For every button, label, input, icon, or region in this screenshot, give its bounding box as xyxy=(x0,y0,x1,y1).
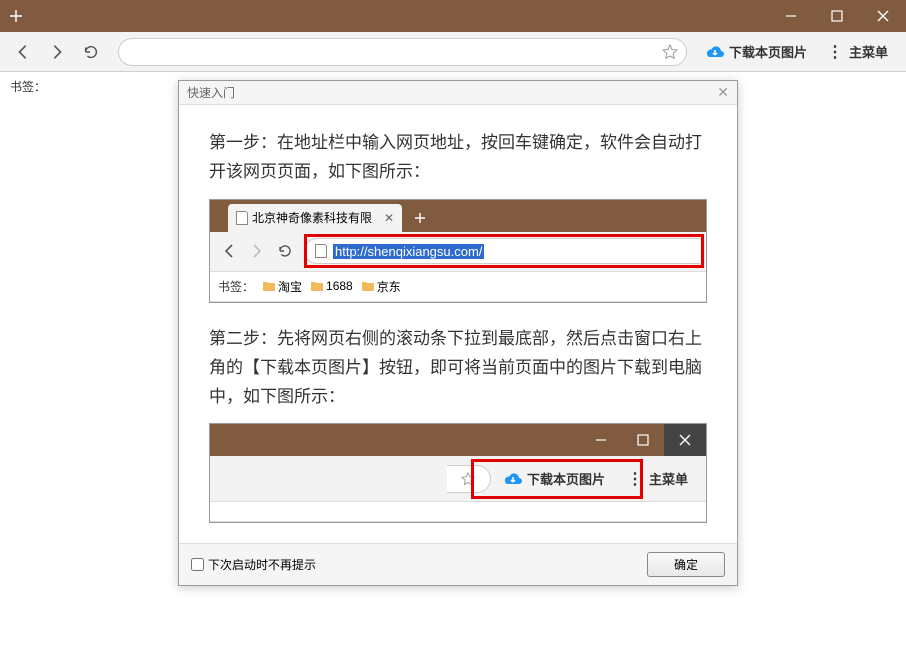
bookmark-item: 京东 xyxy=(361,278,401,295)
new-tab-button[interactable] xyxy=(0,0,32,32)
example-close-icon xyxy=(664,424,706,456)
example-star-icon-wrap xyxy=(447,465,491,493)
star-icon xyxy=(461,472,475,486)
cloud-download-icon xyxy=(705,44,725,60)
step2-text: 第二步：先将网页右侧的滚动条下拉到最底部，然后点击窗口右上角的【下载本页图片】按… xyxy=(209,325,707,412)
example-tab-title: 北京神奇像素科技有限 xyxy=(252,209,372,226)
close-button[interactable] xyxy=(860,0,906,32)
minimize-button[interactable] xyxy=(768,0,814,32)
tab-close-icon: ✕ xyxy=(384,211,394,225)
checkbox-input[interactable] xyxy=(191,558,204,571)
example-minimize-icon xyxy=(580,424,622,456)
step1-text: 第一步：在地址栏中输入网页地址，按回车键确定，软件会自动打开该网页页面，如下图所… xyxy=(209,129,707,187)
url-page-icon xyxy=(315,244,327,258)
example-tab: 北京神奇像素科技有限 ✕ xyxy=(228,204,402,232)
example1-screenshot: 北京神奇像素科技有限 ✕ http://shenqixiangsu.com/ xyxy=(209,199,707,303)
example-reload-icon xyxy=(272,238,298,264)
dialog-close-button[interactable]: ✕ xyxy=(717,84,729,101)
url-input[interactable] xyxy=(127,44,662,59)
checkbox-label: 下次启动时不再提示 xyxy=(208,556,316,573)
quick-start-dialog: 快速入门 ✕ 第一步：在地址栏中输入网页地址，按回车键确定，软件会自动打开该网页… xyxy=(178,80,738,586)
example-maximize-icon xyxy=(622,424,664,456)
menu-dots-icon: ⋮ xyxy=(827,42,843,62)
dialog-title: 快速入门 xyxy=(187,84,235,101)
dialog-footer: 下次启动时不再提示 确定 xyxy=(179,543,737,585)
bookmark-item: 1688 xyxy=(310,279,353,293)
dialog-header: 快速入门 ✕ xyxy=(179,81,737,105)
folder-icon xyxy=(361,280,375,292)
folder-icon xyxy=(262,280,276,292)
bookmark-item: 淘宝 xyxy=(262,278,302,295)
download-images-button[interactable]: 下载本页图片 xyxy=(699,42,813,61)
menu-label: 主菜单 xyxy=(849,42,888,61)
example-download-button: 下载本页图片 xyxy=(497,469,611,488)
window-titlebar xyxy=(0,0,906,32)
example-menu-button: ⋮ 主菜单 xyxy=(617,469,698,489)
address-bar[interactable] xyxy=(118,38,687,66)
example-url-text: http://shenqixiangsu.com/ xyxy=(333,244,484,259)
example-bookmark-label: 书签： xyxy=(218,278,254,295)
dont-show-again-checkbox[interactable]: 下次启动时不再提示 xyxy=(191,556,316,573)
download-label: 下载本页图片 xyxy=(729,42,807,61)
reload-button[interactable] xyxy=(76,37,106,67)
maximize-button[interactable] xyxy=(814,0,860,32)
browser-toolbar: 下载本页图片 ⋮ 主菜单 xyxy=(0,32,906,72)
back-button[interactable] xyxy=(8,37,38,67)
folder-icon xyxy=(310,280,324,292)
menu-dots-icon: ⋮ xyxy=(627,469,643,489)
example-new-tab-icon xyxy=(406,204,434,232)
bookmark-bar-label: 书签： xyxy=(10,80,46,94)
bookmark-star-icon[interactable] xyxy=(662,44,678,60)
main-menu-button[interactable]: ⋮ 主菜单 xyxy=(817,42,898,62)
example-download-label: 下载本页图片 xyxy=(527,469,605,488)
page-icon xyxy=(236,211,248,225)
example-forward-icon xyxy=(244,238,270,264)
example2-screenshot: 下载本页图片 ⋮ 主菜单 xyxy=(209,423,707,523)
forward-button[interactable] xyxy=(42,37,72,67)
cloud-download-icon xyxy=(503,471,523,487)
example-back-icon xyxy=(216,238,242,264)
example-menu-label: 主菜单 xyxy=(649,469,688,488)
ok-button[interactable]: 确定 xyxy=(647,552,725,577)
